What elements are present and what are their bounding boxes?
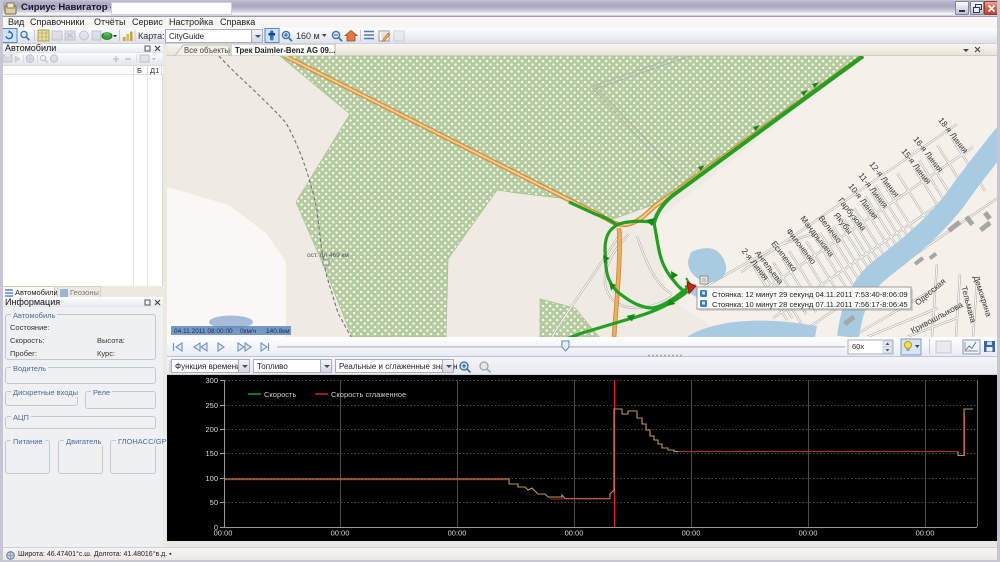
svg-text:04.11.2011 08:00:00: 04.11.2011 08:00:00	[174, 328, 233, 335]
svg-text:140.8км: 140.8км	[266, 328, 290, 335]
svg-text:0км/ч: 0км/ч	[240, 328, 256, 335]
svg-text:Стоянка: 12 минут 29 секунд 04: Стоянка: 12 минут 29 секунд 04.11.2011 7…	[712, 290, 908, 299]
svg-text:Стоянка: 10 минут 28 секунд 07: Стоянка: 10 минут 28 секунд 07.11.2011 7…	[712, 300, 908, 309]
svg-text:Скорость сглаженное: Скорость сглаженное	[331, 390, 406, 399]
svg-text:00:00: 00:00	[916, 529, 935, 538]
svg-text:00:00: 00:00	[682, 529, 701, 538]
svg-text:50: 50	[210, 498, 218, 507]
svg-text:00:00: 00:00	[448, 529, 467, 538]
svg-text:ост. пл 469 км: ост. пл 469 км	[307, 252, 349, 259]
svg-text:00:00: 00:00	[214, 529, 233, 538]
svg-text:00:00: 00:00	[799, 529, 818, 538]
svg-text:Скорость: Скорость	[264, 390, 296, 399]
svg-text:Все объекты: Все объекты	[184, 46, 230, 55]
svg-text:300: 300	[205, 376, 218, 385]
svg-text:100: 100	[205, 474, 218, 483]
svg-text:150: 150	[205, 449, 218, 458]
svg-text:250: 250	[205, 401, 218, 410]
svg-text:00:00: 00:00	[565, 529, 584, 538]
svg-text:00:00: 00:00	[331, 529, 350, 538]
svg-text:Трек Daimler-Benz AG 09...: Трек Daimler-Benz AG 09...	[235, 46, 335, 55]
svg-text:200: 200	[205, 425, 218, 434]
svg-text:60x: 60x	[852, 342, 864, 351]
